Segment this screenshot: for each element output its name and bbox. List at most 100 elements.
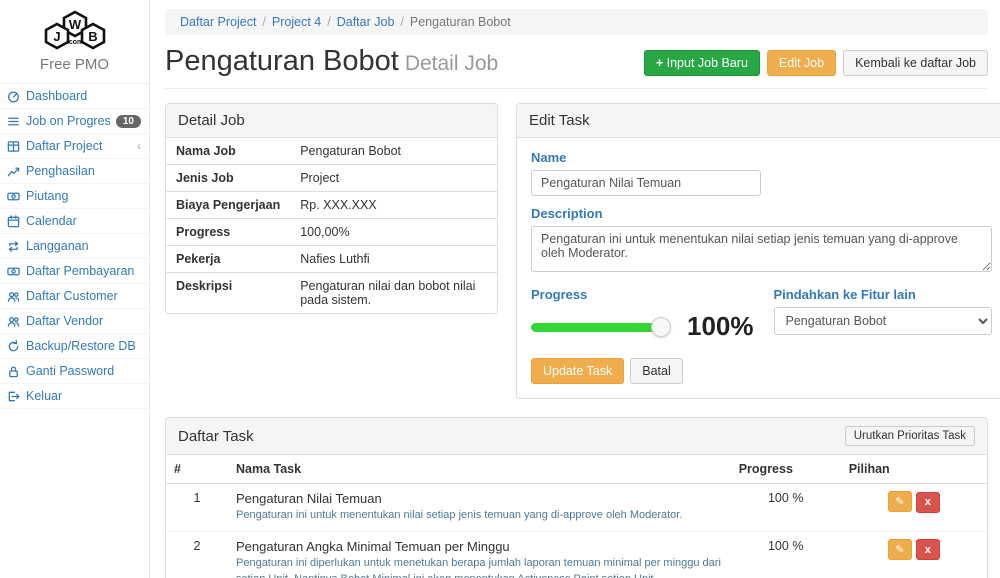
- plus-icon: +: [656, 56, 663, 70]
- breadcrumb-separator: /: [262, 15, 265, 29]
- svg-text:.com: .com: [66, 39, 82, 46]
- breadcrumb-current: Pengaturan Bobot: [410, 15, 511, 29]
- page-header: Pengaturan BobotDetail Job + Input Job B…: [165, 43, 988, 89]
- urutkan-prioritas-button-top[interactable]: Urutkan Prioritas Task: [845, 426, 975, 446]
- detail-label: Deskripsi: [166, 273, 290, 314]
- progress-label: Progress: [531, 287, 754, 302]
- x-icon: x: [925, 496, 931, 508]
- money-icon: [6, 189, 20, 203]
- sidebar-item-penghasilan[interactable]: Penghasilan: [0, 159, 149, 184]
- brand-name: Free PMO: [0, 56, 149, 73]
- daftar-task-panel-title: Daftar Task: [178, 428, 254, 445]
- task-name-input[interactable]: [531, 170, 761, 196]
- col-progress: Progress: [731, 455, 841, 484]
- sidebar-item-backup-restore-db[interactable]: Backup/Restore DB: [0, 334, 149, 359]
- progress-slider-handle[interactable]: [651, 317, 671, 337]
- sidebar-item-daftar-vendor[interactable]: Daftar Vendor: [0, 309, 149, 334]
- detail-value: Pengaturan nilai dan bobot nilai pada si…: [290, 273, 497, 314]
- delete-task-button[interactable]: x: [916, 539, 940, 560]
- col-num: #: [166, 455, 228, 484]
- sidebar-item-label: Dashboard: [26, 89, 141, 103]
- breadcrumb: Daftar Project/Project 4/Daftar Job/Peng…: [165, 9, 988, 35]
- task-name: Pengaturan Angka Minimal Temuan per Ming…: [236, 539, 723, 554]
- delete-task-button[interactable]: x: [916, 492, 940, 513]
- input-job-baru-button[interactable]: + Input Job Baru: [644, 50, 760, 76]
- calendar-icon: [6, 214, 20, 228]
- sidebar-item-label: Ganti Password: [26, 364, 141, 378]
- sidebar-item-daftar-pembayaran[interactable]: Daftar Pembayaran: [0, 259, 149, 284]
- detail-value: Pengaturan Bobot: [290, 138, 497, 165]
- sidebar-item-keluar[interactable]: Keluar: [0, 384, 149, 409]
- breadcrumb-link-daftar-job[interactable]: Daftar Job: [337, 15, 395, 29]
- sidebar-item-piutang[interactable]: Piutang: [0, 184, 149, 209]
- batal-button[interactable]: Batal: [630, 358, 683, 384]
- breadcrumb-separator: /: [327, 15, 330, 29]
- edit-task-button[interactable]: ✎: [888, 539, 912, 560]
- chevron-left-icon: ‹: [137, 139, 141, 153]
- detail-row-deskripsi: DeskripsiPengaturan nilai dan bobot nila…: [166, 273, 497, 314]
- sidebar-item-daftar-project[interactable]: Daftar Project ‹: [0, 134, 149, 159]
- users-icon: [6, 289, 20, 303]
- edit-job-button[interactable]: Edit Job: [767, 50, 836, 76]
- svg-text:W: W: [68, 17, 81, 32]
- description-label: Description: [531, 206, 992, 221]
- sidebar-item-label: Piutang: [26, 189, 141, 203]
- sidebar-item-label: Daftar Project: [26, 139, 131, 153]
- svg-text:B: B: [88, 29, 97, 44]
- table-row: 1Pengaturan Nilai TemuanPengaturan ini u…: [166, 484, 987, 532]
- repeat-icon: [6, 239, 20, 253]
- col-pilihan: Pilihan: [841, 455, 987, 484]
- sidebar-item-label: Calendar: [26, 214, 141, 228]
- breadcrumb-link-daftar-project[interactable]: Daftar Project: [180, 15, 256, 29]
- detail-value: 100,00%: [290, 219, 497, 246]
- detail-row-pekerja: PekerjaNafies Luthfi: [166, 246, 497, 273]
- detail-value: Nafies Luthfi: [290, 246, 497, 273]
- refresh-icon: [6, 339, 20, 353]
- pencil-icon: ✎: [895, 495, 904, 508]
- edit-task-button[interactable]: ✎: [888, 491, 912, 512]
- detail-label: Progress: [166, 219, 290, 246]
- chart-line-icon: [6, 164, 20, 178]
- edit-task-panel: Edit Task Name Description Pengaturan in…: [516, 103, 1000, 399]
- sidebar: W J B .com Free PMO Dashboard Job on Prog…: [0, 0, 150, 578]
- x-icon: x: [925, 544, 931, 556]
- list-icon: [6, 114, 20, 128]
- sidebar-item-label: Daftar Pembayaran: [26, 264, 141, 278]
- sidebar-item-job-on-progress[interactable]: Job on Progress 10: [0, 109, 149, 134]
- signout-icon: [6, 389, 20, 403]
- sidebar-item-ganti-password[interactable]: Ganti Password: [0, 359, 149, 384]
- count-badge: 10: [116, 115, 141, 128]
- lock-icon: [6, 364, 20, 378]
- task-description: Pengaturan ini untuk menentukan nilai se…: [236, 508, 723, 524]
- detail-job-panel-title: Detail Job: [166, 104, 497, 138]
- sidebar-item-label: Daftar Customer: [26, 289, 141, 303]
- sidebar-item-label: Backup/Restore DB: [26, 339, 141, 353]
- detail-label: Pekerja: [166, 246, 290, 273]
- detail-value: Rp. XXX.XXX: [290, 192, 497, 219]
- brand[interactable]: W J B .com Free PMO: [0, 0, 149, 83]
- progress-slider[interactable]: [531, 317, 663, 337]
- users-icon: [6, 314, 20, 328]
- page-subtitle: Detail Job: [405, 52, 498, 75]
- update-task-button[interactable]: Update Task: [531, 358, 624, 384]
- sidebar-item-label: Penghasilan: [26, 164, 141, 178]
- sidebar-item-daftar-customer[interactable]: Daftar Customer: [0, 284, 149, 309]
- detail-row-nama-job: Nama JobPengaturan Bobot: [166, 138, 497, 165]
- sidebar-item-calendar[interactable]: Calendar: [0, 209, 149, 234]
- daftar-task-panel: Daftar Task Urutkan Prioritas Task # Nam…: [165, 417, 988, 578]
- breadcrumb-link-project-4[interactable]: Project 4: [272, 15, 321, 29]
- sidebar-item-label: Job on Progress: [26, 114, 110, 128]
- move-feature-select[interactable]: Pengaturan Bobot: [774, 307, 992, 335]
- detail-row-biaya-pengerjaan: Biaya PengerjaanRp. XXX.XXX: [166, 192, 497, 219]
- sidebar-item-langganan[interactable]: Langganan: [0, 234, 149, 259]
- task-description-textarea[interactable]: Pengaturan ini untuk menentukan nilai se…: [531, 226, 992, 272]
- task-description: Pengaturan ini diperlukan untuk menetuka…: [236, 556, 723, 578]
- sidebar-item-dashboard[interactable]: Dashboard: [0, 84, 149, 109]
- app-window: W J B .com Free PMO Dashboard Job on Prog…: [0, 0, 1000, 578]
- detail-label: Biaya Pengerjaan: [166, 192, 290, 219]
- money-icon: [6, 264, 20, 278]
- detail-job-table: Nama JobPengaturan BobotJenis JobProject…: [166, 138, 497, 313]
- task-table-header-row: # Nama Task Progress Pilihan: [166, 455, 987, 484]
- kembali-button[interactable]: Kembali ke daftar Job: [843, 50, 988, 76]
- progress-slider-track: [531, 323, 663, 332]
